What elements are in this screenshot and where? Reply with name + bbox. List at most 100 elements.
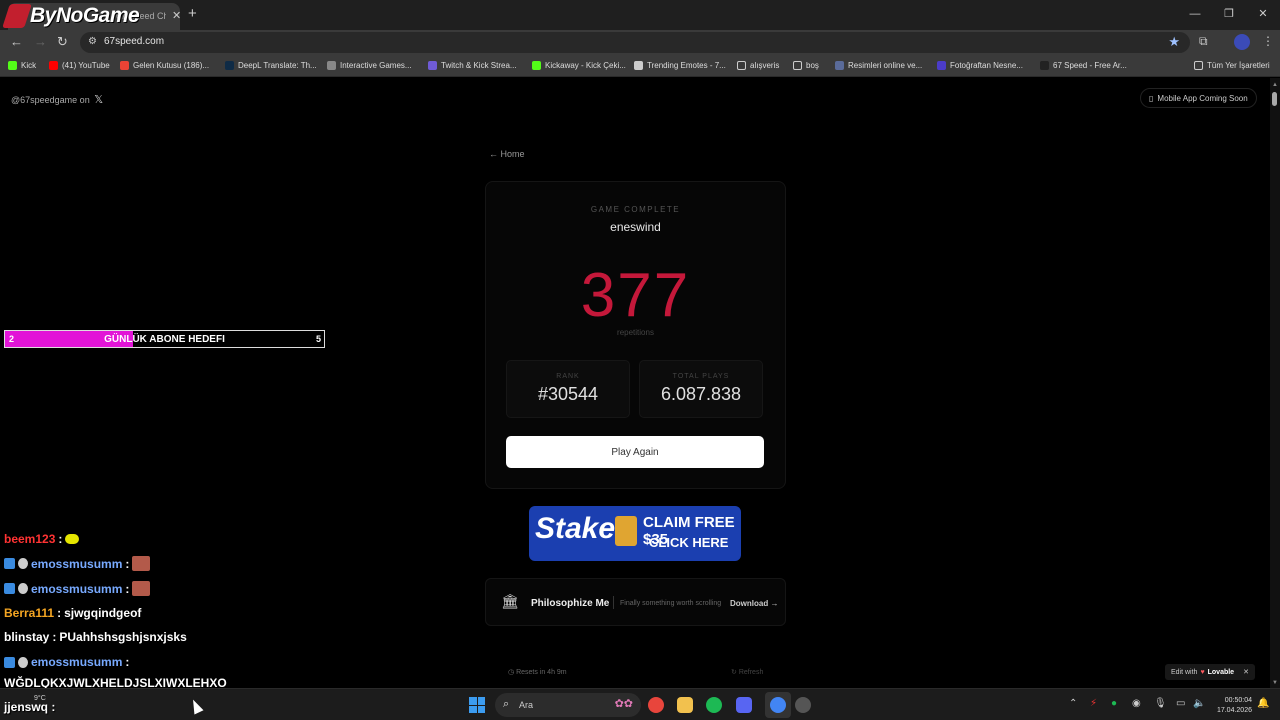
mobile-app-text: Mobile App Coming Soon bbox=[1157, 93, 1248, 103]
chat-separator: : bbox=[125, 581, 130, 596]
score-value: 377 bbox=[580, 261, 691, 330]
volume-icon[interactable]: 🔈 bbox=[1193, 698, 1205, 709]
bookmark-item[interactable]: Trending Emotes - 7... bbox=[634, 61, 726, 70]
web-page: @67speedgame on 𝕏 ▯ Mobile App Coming So… bbox=[0, 78, 1270, 688]
bookmark-item[interactable]: 67 Speed - Free Ar... bbox=[1040, 61, 1127, 70]
bookmark-label: boş bbox=[806, 61, 819, 70]
bookmark-item[interactable]: Kick bbox=[8, 61, 36, 70]
window-controls: — ❐ ✕ bbox=[1178, 0, 1280, 30]
chat-separator: : bbox=[58, 532, 63, 546]
bookmark-item[interactable]: (41) YouTube bbox=[49, 61, 110, 70]
chrome-icon[interactable] bbox=[648, 697, 664, 713]
forward-icon[interactable]: → bbox=[34, 34, 47, 49]
emote-icon bbox=[132, 581, 151, 596]
refresh-link[interactable]: ↻ Refresh bbox=[731, 668, 763, 676]
reload-icon[interactable]: ↻ bbox=[57, 34, 68, 50]
logo-mark-icon bbox=[2, 4, 32, 28]
phone-icon: ▯ bbox=[1149, 93, 1154, 103]
promo-card[interactable]: 🏛 Philosophize Me Finally something wort… bbox=[485, 578, 786, 626]
chat-username: emossmusumm bbox=[31, 556, 123, 571]
tulips-icon: ✿✿ bbox=[614, 698, 633, 710]
tray-spotify-icon[interactable]: ● bbox=[1111, 698, 1117, 709]
home-link[interactable]: ← Home bbox=[489, 149, 525, 159]
back-icon[interactable]: ← bbox=[10, 34, 23, 49]
notifications-icon[interactable]: 🔔 bbox=[1257, 698, 1269, 709]
bookmark-item[interactable]: Interactive Games... bbox=[327, 61, 412, 70]
site-info-icon[interactable]: ⚙ bbox=[88, 36, 97, 47]
sub-badge-icon bbox=[4, 558, 15, 569]
screen: 67 Speed Ch... ✕ + — ❐ ✕ ByNoGame ← → ↻ … bbox=[0, 0, 1280, 720]
bookmark-label: Trending Emotes - 7... bbox=[647, 61, 726, 70]
obs-icon[interactable] bbox=[795, 697, 811, 713]
chat-message: emossmusumm : bbox=[4, 556, 151, 571]
bookmark-label: Gelen Kutusu (186)... bbox=[133, 61, 210, 70]
address-bar[interactable]: ⚙ 67speed.com ★ bbox=[80, 32, 1190, 53]
url-text[interactable]: 67speed.com bbox=[104, 36, 164, 47]
network-icon[interactable]: ▭ bbox=[1176, 698, 1185, 709]
page-scrollbar[interactable] bbox=[1270, 78, 1280, 688]
profile-avatar[interactable] bbox=[1234, 34, 1250, 50]
tray-steam-icon[interactable]: ◉ bbox=[1132, 698, 1141, 709]
resets-text: Resets in 4h 9m bbox=[516, 669, 567, 676]
menu-icon[interactable]: ⋮ bbox=[1262, 34, 1274, 48]
chat-message: Berra111 : sjwgqindgeof bbox=[4, 606, 141, 620]
twitter-link[interactable]: @67speedgame on 𝕏 bbox=[11, 93, 103, 106]
bookmark-star-icon[interactable]: ★ bbox=[1168, 34, 1180, 50]
bookmark-label: Kickaway - Kick Çeki... bbox=[545, 61, 626, 70]
score-label: repetitions bbox=[617, 328, 654, 337]
lovable-badge[interactable]: Edit with ♥ Lovable ✕ bbox=[1165, 664, 1255, 680]
clock[interactable]: 00:50:04 17.04.2026 bbox=[1212, 696, 1252, 716]
scroll-thumb[interactable] bbox=[1272, 92, 1277, 106]
chat-message: blinstay : PUahhshsgshjsnxjsks bbox=[4, 630, 187, 644]
bookmark-item[interactable]: Kickaway - Kick Çeki... bbox=[532, 61, 626, 70]
rank-value: #30544 bbox=[537, 384, 599, 404]
bookmark-favicon-icon bbox=[120, 61, 129, 70]
bookmark-item[interactable]: Twitch & Kick Strea... bbox=[428, 61, 517, 70]
subscriber-goal-bar: 2 GÜNLÜK ABONE HEDEFI 5 bbox=[4, 330, 325, 348]
spotify-icon[interactable] bbox=[706, 697, 722, 713]
tray-overflow-icon[interactable]: ⌃ bbox=[1069, 698, 1077, 709]
taskbar-search[interactable]: ⌕ Ara ✿✿ bbox=[495, 693, 641, 717]
scroll-down-icon[interactable]: ▼ bbox=[1272, 680, 1278, 686]
chat-message: emossmusumm : bbox=[4, 581, 151, 596]
stake-ad-banner[interactable]: Stake CLAIM FREE $35 CLICK HERE bbox=[529, 506, 741, 561]
minimize-icon[interactable]: — bbox=[1178, 0, 1212, 30]
bookmark-label: Resimleri online ve... bbox=[848, 61, 923, 70]
chat-footer-user: jjenswq bbox=[4, 700, 49, 714]
tray-app-icon[interactable]: ⚡ bbox=[1090, 698, 1097, 709]
microphone-icon[interactable]: 🎙 bbox=[1154, 698, 1167, 709]
bookmark-item[interactable]: Fotoğraftan Nesne... bbox=[937, 61, 1023, 70]
play-again-button[interactable]: Play Again bbox=[506, 436, 764, 468]
sub-badge-icon bbox=[4, 656, 15, 668]
bookmark-item[interactable]: DeepL Translate: Th... bbox=[225, 61, 317, 70]
new-tab-icon[interactable]: + bbox=[188, 5, 197, 22]
bookmark-item[interactable]: boş bbox=[793, 61, 819, 70]
bookmark-item[interactable]: alışveris bbox=[737, 61, 779, 70]
chrome-active-icon[interactable] bbox=[770, 697, 786, 713]
bookmark-item[interactable]: Gelen Kutusu (186)... bbox=[120, 61, 209, 70]
chat-footer-line: jjenswq : bbox=[4, 700, 55, 714]
browser-toolbar: ← → ↻ ⚙ 67speed.com ★ ⧉ ⋮ bbox=[0, 30, 1280, 55]
close-window-icon[interactable]: ✕ bbox=[1246, 0, 1280, 30]
folder-icon bbox=[793, 61, 802, 70]
bookmark-favicon-icon bbox=[8, 61, 17, 70]
rank-label: RANK bbox=[556, 373, 580, 380]
windows-start-icon[interactable] bbox=[469, 697, 485, 713]
browser-tab-strip: 67 Speed Ch... ✕ + — ❐ ✕ bbox=[0, 0, 1280, 30]
scroll-up-icon[interactable]: ▲ bbox=[1272, 82, 1278, 88]
emote-icon bbox=[132, 556, 151, 571]
extensions-icon[interactable]: ⧉ bbox=[1199, 34, 1208, 49]
mobile-app-pill: ▯ Mobile App Coming Soon bbox=[1140, 88, 1257, 108]
file-explorer-icon[interactable] bbox=[677, 697, 693, 713]
all-bookmarks-folder[interactable]: Tüm Yer İşaretleri bbox=[1194, 61, 1270, 70]
bookmark-favicon-icon bbox=[835, 61, 844, 70]
rank-stat: RANK #30544 bbox=[506, 360, 630, 418]
promo-download-link[interactable]: Download → bbox=[730, 599, 778, 608]
tab-close-icon[interactable]: ✕ bbox=[172, 9, 181, 22]
restore-icon[interactable]: ❐ bbox=[1212, 0, 1246, 30]
bookmark-item[interactable]: Resimleri online ve... bbox=[835, 61, 922, 70]
goal-max: 5 bbox=[315, 334, 321, 344]
discord-icon[interactable] bbox=[736, 697, 752, 713]
result-card: GAME COMPLETE eneswind 377 repetitions R… bbox=[485, 181, 786, 489]
close-icon[interactable]: ✕ bbox=[1243, 668, 1249, 676]
